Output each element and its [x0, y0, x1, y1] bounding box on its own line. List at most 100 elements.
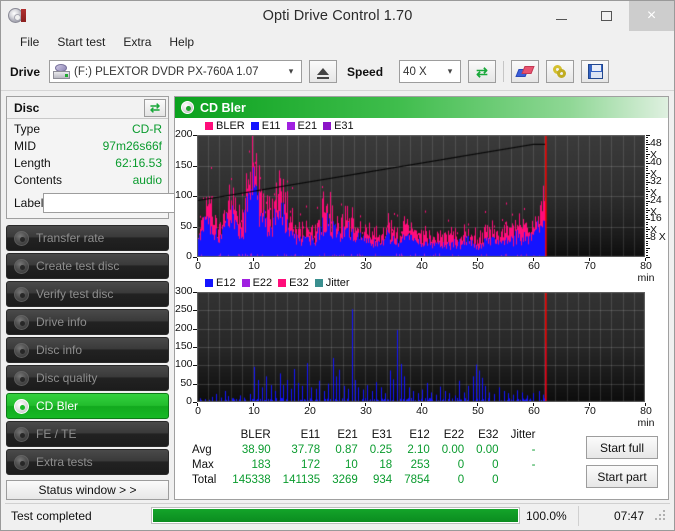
sidebar-item-create-test-disc[interactable]: Create test disc — [6, 253, 169, 279]
col-e31: E31 — [371, 429, 393, 441]
sidebar-item-transfer-rate[interactable]: Transfer rate — [6, 225, 169, 251]
col-bler: BLER — [240, 429, 271, 441]
status-window-button[interactable]: Status window > > — [6, 480, 169, 500]
close-button[interactable]: × — [629, 1, 674, 31]
y-tick-mark — [193, 383, 197, 385]
sidebar-item-disc-info[interactable]: Disc info — [6, 337, 169, 363]
disc-icon — [14, 314, 29, 330]
disc-type-label: Type — [14, 122, 41, 136]
maximize-button[interactable] — [584, 1, 629, 31]
legend-label: E32 — [289, 277, 309, 289]
speed-ruler-mark — [646, 235, 648, 237]
max-bler: 183 — [251, 458, 271, 471]
sidebar-item-disc-quality[interactable]: Disc quality — [6, 365, 169, 391]
speed-ruler-mark — [646, 179, 648, 181]
x-tick-label: 20 — [304, 260, 316, 272]
row-label-avg: Avg — [192, 443, 212, 456]
statistics-table: BLER E11 E21 E31 E12 E22 E32 Jitter Avg … — [186, 428, 541, 488]
table-row: Max 183 172 10 18 253 0 0 - — [186, 457, 541, 472]
y-tick-mark — [193, 226, 197, 228]
speed-select[interactable]: 40 X ▾ — [399, 60, 462, 83]
sidebar-item-label: Verify test disc — [36, 287, 114, 301]
sidebar-item-label: FE / TE — [36, 427, 77, 441]
speed-ruler-mark — [646, 177, 648, 179]
sidebar-item-cd-bler[interactable]: CD Bler — [6, 393, 169, 419]
x-tick-label: 40 — [416, 260, 428, 272]
x-tick-label: 0 — [195, 405, 201, 417]
speed-ruler-mark — [646, 167, 648, 169]
speed-ruler-mark — [646, 203, 648, 205]
menu-item-help[interactable]: Help — [160, 33, 203, 51]
y-tick-label: 50 — [180, 219, 192, 232]
eject-button[interactable] — [309, 60, 338, 83]
speed-ruler-mark — [646, 228, 650, 230]
save-button[interactable] — [581, 60, 610, 83]
avg-e21: 0.87 — [335, 443, 358, 456]
x-tick-label: 10 — [248, 405, 260, 417]
speed-ruler-mark — [646, 254, 648, 256]
legend-swatch-icon — [278, 279, 287, 287]
total-e31: 934 — [373, 474, 393, 487]
speed-ruler-mark — [646, 172, 650, 174]
erase-disc-icon — [515, 66, 535, 77]
speed-ruler-mark — [646, 151, 648, 153]
x-tick-mark — [589, 258, 590, 261]
x-tick-mark — [197, 403, 198, 406]
legend-item-e21: E21 — [286, 120, 317, 132]
disc-contents-label: Contents — [14, 173, 63, 187]
speed-ruler-mark — [646, 196, 648, 197]
drive-select[interactable]: (F:) PLEXTOR DVDR PX-760A 1.07 ▾ — [49, 60, 303, 83]
tools-button[interactable] — [546, 60, 575, 83]
total-jitter — [505, 473, 542, 488]
legend-item-e22: E22 — [241, 277, 273, 289]
window-controls: × — [539, 1, 674, 31]
col-e12: E12 — [409, 429, 430, 441]
disc-icon — [14, 370, 29, 386]
legend-label: BLER — [216, 120, 245, 132]
max-e12: 253 — [410, 458, 430, 471]
progress-bar — [151, 507, 520, 524]
menu-item-start-test[interactable]: Start test — [48, 33, 114, 51]
sidebar-item-drive-info[interactable]: Drive info — [6, 309, 169, 335]
total-bler: 145338 — [232, 474, 271, 487]
sidebar-item-fe-te[interactable]: FE / TE — [6, 421, 169, 447]
start-part-button[interactable]: Start part — [586, 465, 658, 488]
speed-ruler-mark — [646, 245, 648, 247]
panel-header: CD Bler — [175, 97, 668, 118]
x-tick-mark — [365, 403, 366, 406]
y-tick-label: 150 — [175, 340, 193, 352]
drive-label: Drive — [10, 64, 41, 79]
minimize-button[interactable] — [539, 1, 584, 31]
sidebar-item-verify-test-disc[interactable]: Verify test disc — [6, 281, 169, 307]
legend-label: E22 — [252, 277, 273, 289]
resize-grip[interactable] — [654, 509, 668, 523]
elapsed-time: 07:47 — [578, 505, 650, 526]
x-tick-label: 60 — [528, 260, 540, 272]
menu-item-extra[interactable]: Extra — [114, 33, 160, 51]
max-e21: 10 — [345, 458, 358, 471]
y-tick-label: 200 — [175, 321, 193, 334]
x-tick-label: 60 — [528, 405, 540, 417]
avg-e31: 0.25 — [369, 443, 393, 456]
speed-ruler-mark — [646, 184, 648, 186]
legend-label: Jitter — [325, 277, 350, 289]
erase-disc-button[interactable] — [511, 60, 540, 83]
refresh-button[interactable]: ⇄ — [468, 60, 497, 83]
x-tick-mark — [533, 403, 534, 406]
y-tick-label: 100 — [175, 189, 193, 201]
sidebar-nav: Transfer rate Create test disc Verify te… — [6, 225, 169, 475]
sidebar-item-extra-tests[interactable]: Extra tests — [6, 449, 169, 475]
disc-icon — [14, 426, 29, 442]
disc-refresh-button[interactable]: ⇄ — [144, 98, 166, 117]
row-label-max: Max — [192, 458, 214, 471]
bler-chart-legend: BLER E11 E21 E31 — [205, 120, 358, 132]
legend-swatch-icon — [323, 122, 332, 130]
y-tick-label: 300 — [175, 285, 193, 297]
max-e22: 0 — [457, 458, 465, 471]
menu-item-file[interactable]: File — [11, 33, 48, 51]
y-tick-label: 50 — [180, 376, 192, 389]
toolbar: Drive (F:) PLEXTOR DVDR PX-760A 1.07 ▾ S… — [1, 53, 674, 91]
y-tick-label: 200 — [175, 128, 193, 140]
start-full-button[interactable]: Start full — [586, 436, 658, 459]
disc-info-panel: Disc ⇄ Type CD-R MID 97m26s66f Length 62… — [6, 96, 248, 219]
